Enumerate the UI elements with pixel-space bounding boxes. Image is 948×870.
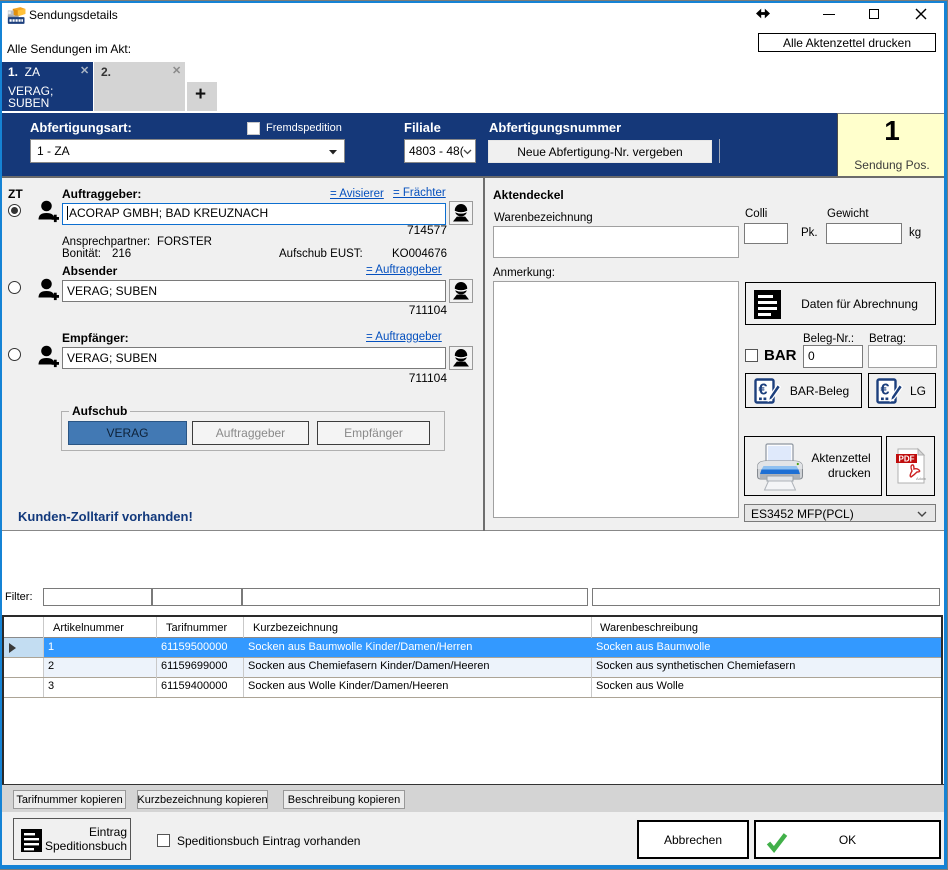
- svg-text:Adobe: Adobe: [916, 476, 926, 481]
- svg-text:PDF: PDF: [898, 455, 914, 464]
- svg-text:€: €: [759, 382, 768, 399]
- svg-text:€: €: [881, 382, 890, 399]
